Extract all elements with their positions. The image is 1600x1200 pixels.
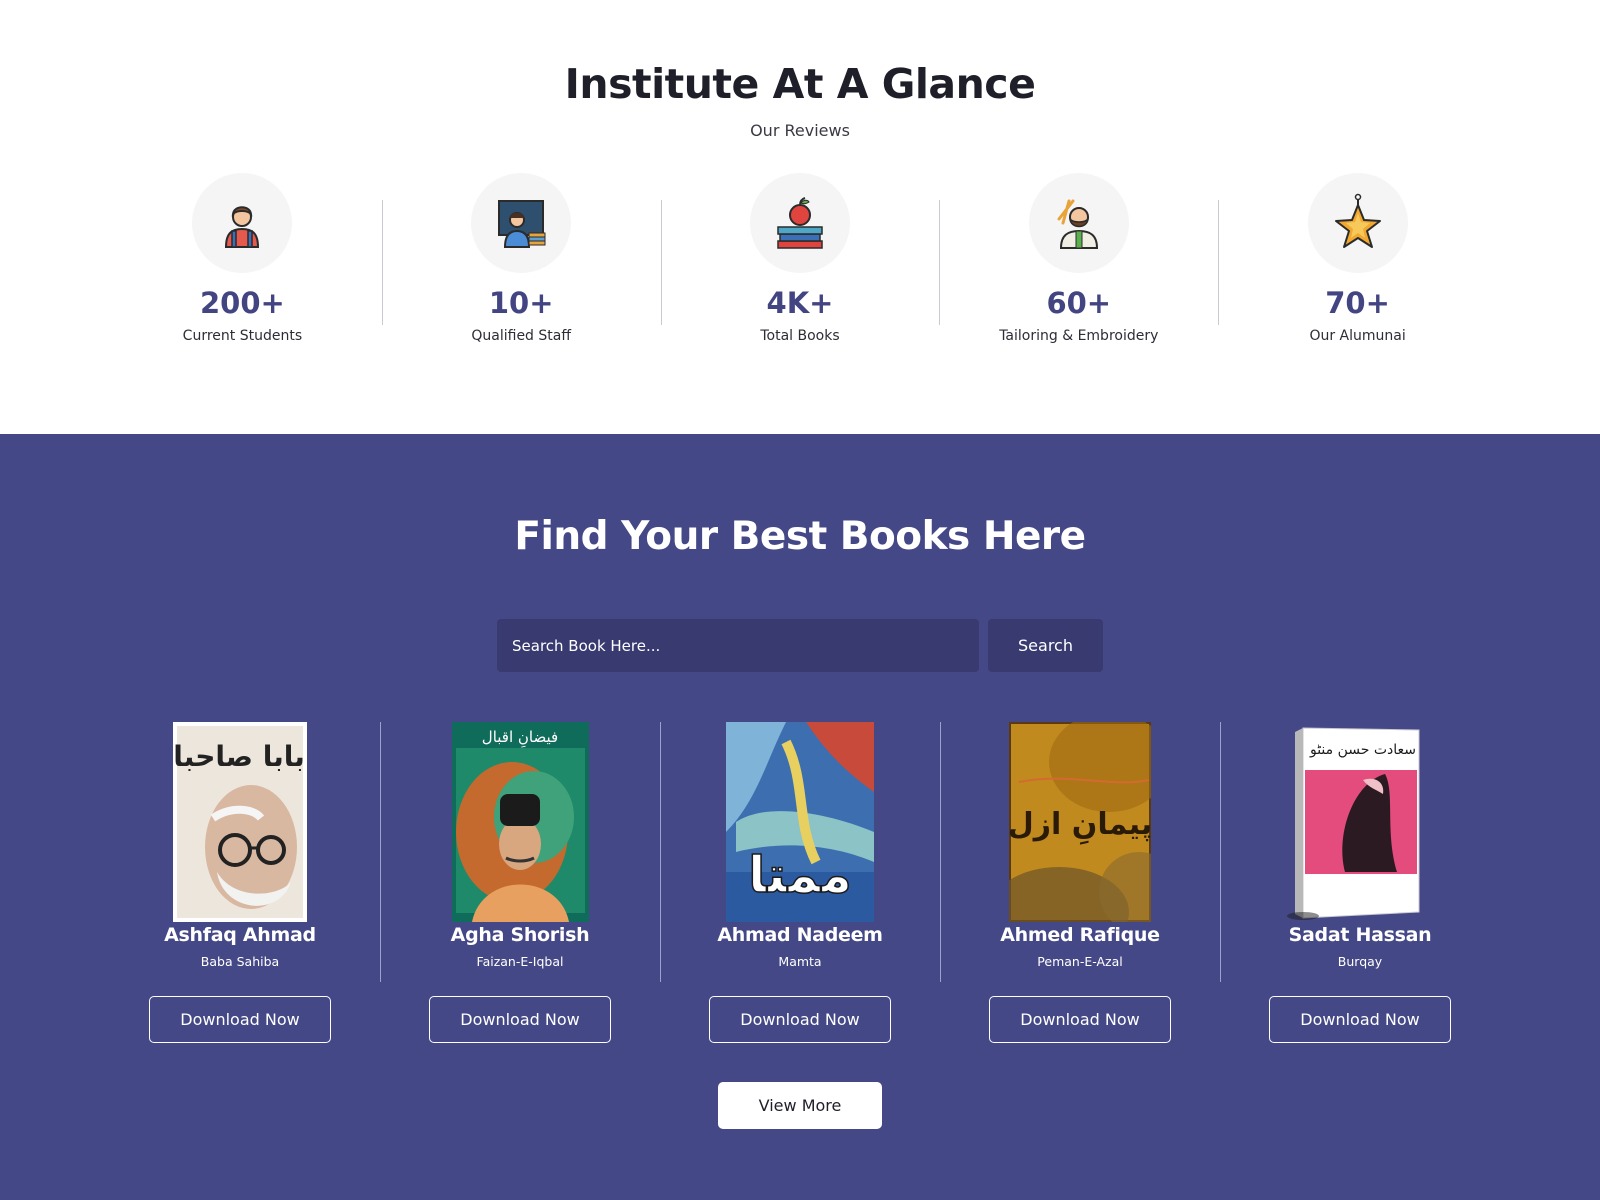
search-button[interactable]: Search <box>988 619 1103 672</box>
download-now-button[interactable]: Download Now <box>989 996 1171 1043</box>
tailor-icon <box>1028 173 1129 273</box>
stat-alumni: 70+ Our Alumunai <box>1218 170 1497 360</box>
book-cover-baba-sahiba[interactable]: بابا صاحبا <box>173 722 307 922</box>
book-card: بابا صاحبا Ashfaq Ahmad Baba Sahiba Down… <box>100 722 380 1052</box>
book-card: پیمانِ ازل Ahmed Rafique Peman-E-Azal Do… <box>940 722 1220 1052</box>
glance-section: Institute At A Glance Our Reviews 200+ C… <box>0 0 1600 434</box>
books-apple-icon <box>749 173 850 273</box>
books-section: Find Your Best Books Here Search بابا صا… <box>0 434 1600 1200</box>
download-now-button[interactable]: Download Now <box>429 996 611 1043</box>
student-icon <box>192 173 293 273</box>
stat-label: Total Books <box>760 328 840 344</box>
cover-text: پیمانِ ازل <box>1009 807 1151 846</box>
glance-subtitle: Our Reviews <box>750 121 850 140</box>
stat-current-students: 200+ Current Students <box>103 170 382 360</box>
book-cover-mamta[interactable]: ممتا <box>726 722 874 922</box>
stat-tailoring: 60+ Tailoring & Embroidery <box>939 170 1218 360</box>
cover-text: فیضانِ اقبال <box>481 728 557 748</box>
stat-label: Current Students <box>182 328 303 344</box>
teacher-icon <box>471 173 572 273</box>
book-cover-burqay[interactable]: سعادت حسن منٹو <box>1285 722 1435 922</box>
book-title: Faizan-E-Iqbal <box>476 954 564 969</box>
book-title: Baba Sahiba <box>200 954 280 969</box>
stat-value: 70+ <box>1325 286 1390 320</box>
book-title: Peman-E-Azal <box>1037 954 1123 969</box>
book-cover-peman-e-azal[interactable]: پیمانِ ازل <box>1009 722 1151 922</box>
book-card: سعادت حسن منٹو Sadat Hassan Burqay Downl… <box>1220 722 1500 1052</box>
books-title: Find Your Best Books Here <box>514 514 1086 559</box>
book-author: Agha Shorish <box>450 924 590 946</box>
stat-value: 60+ <box>1046 286 1112 320</box>
stat-total-books: 4K+ Total Books <box>660 170 940 360</box>
book-author: Ahmad Nadeem <box>717 924 883 946</box>
download-now-button[interactable]: Download Now <box>149 996 331 1043</box>
stat-label: Our Alumunai <box>1309 328 1406 344</box>
stat-label: Qualified Staff <box>471 328 571 344</box>
stat-qualified-staff: 10+ Qualified Staff <box>381 170 661 360</box>
book-cover-faizan-e-iqbal[interactable]: فیضانِ اقبال <box>451 722 589 922</box>
stats-row: 200+ Current Students 10+ Qualified Staf… <box>103 170 1497 360</box>
stat-label: Tailoring & Embroidery <box>999 328 1159 344</box>
stat-value: 10+ <box>488 286 554 320</box>
glance-title: Institute At A Glance <box>564 60 1036 108</box>
book-author: Ashfaq Ahmad <box>164 924 316 946</box>
download-now-button[interactable]: Download Now <box>1269 996 1451 1043</box>
star-medal-icon <box>1307 173 1408 273</box>
book-title: Mamta <box>778 954 822 969</box>
book-author: Sadat Hassan <box>1288 924 1432 946</box>
book-author: Ahmed Rafique <box>1000 924 1160 946</box>
view-more-button[interactable]: View More <box>718 1082 882 1129</box>
book-card: ممتا Ahmad Nadeem Mamta Download Now <box>660 722 940 1052</box>
stat-value: 200+ <box>199 286 285 320</box>
book-title: Burqay <box>1337 954 1383 969</box>
download-now-button[interactable]: Download Now <box>709 996 891 1043</box>
stat-value: 4K+ <box>766 286 834 320</box>
cover-text: سعادت حسن منٹو <box>1309 742 1416 758</box>
cover-text: ممتا <box>748 846 852 904</box>
book-search-input[interactable] <box>497 619 979 672</box>
book-grid: بابا صاحبا Ashfaq Ahmad Baba Sahiba Down… <box>100 722 1500 1052</box>
book-card: فیضانِ اقبال Agha Shorish Faizan-E-Iqbal… <box>380 722 660 1052</box>
cover-text: بابا صاحبا <box>173 740 305 773</box>
